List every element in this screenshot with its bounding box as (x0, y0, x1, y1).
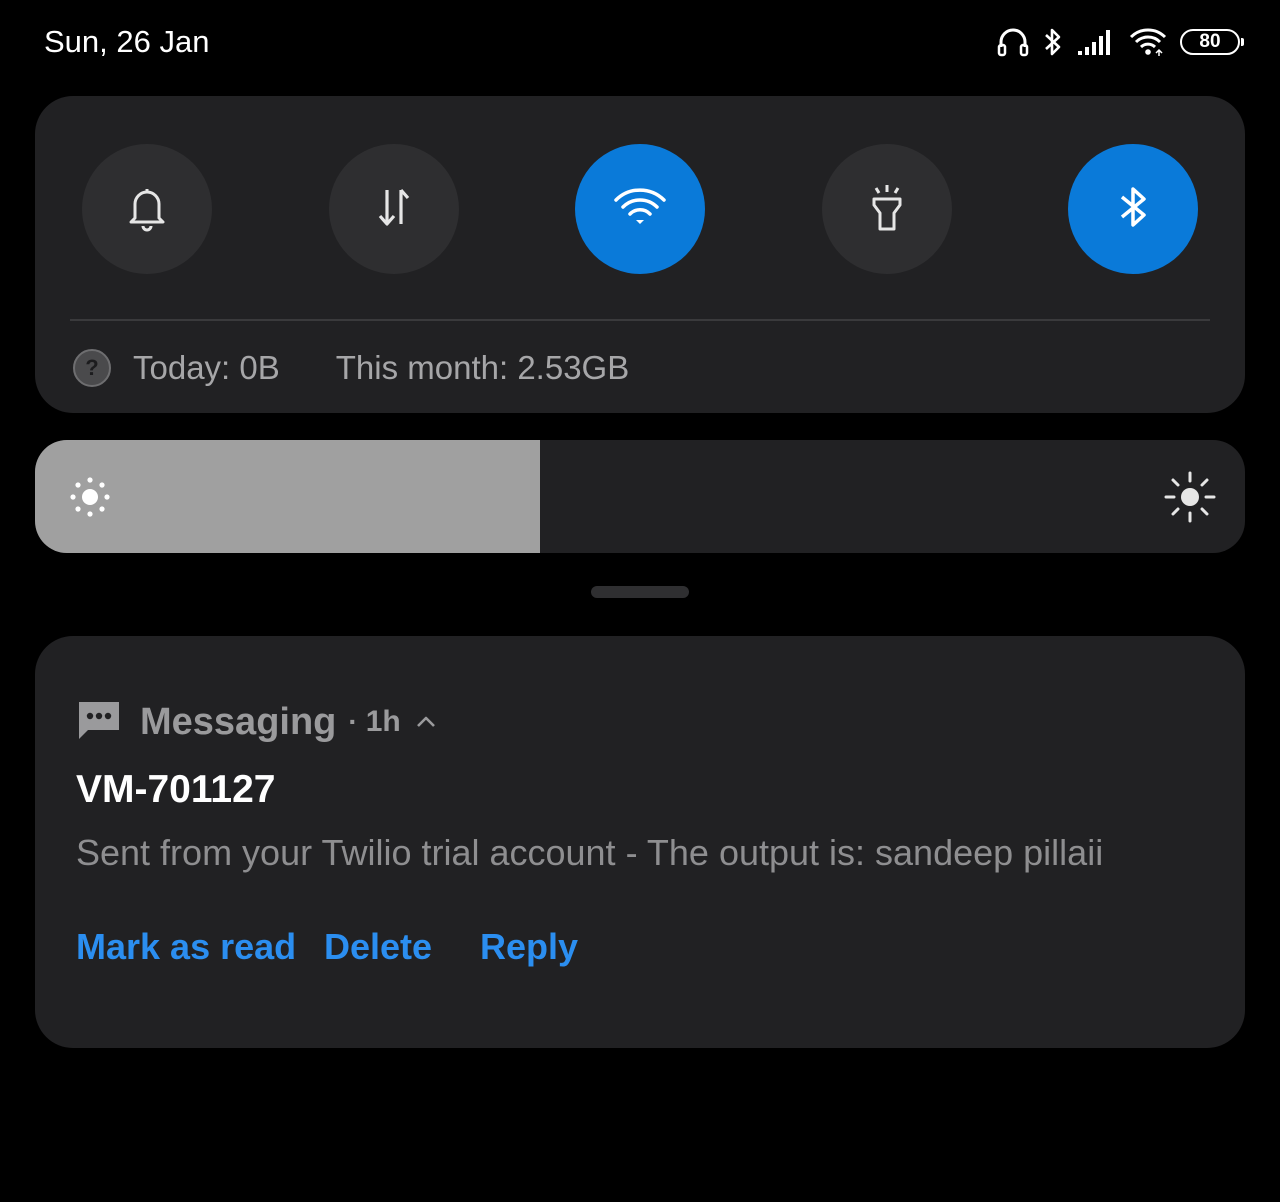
notification-app-name: Messaging (140, 700, 337, 743)
status-icons: 80 (996, 22, 1244, 62)
wifi-icon (612, 184, 668, 235)
notification-header: Messaging · 1h (76, 698, 437, 746)
headphones-icon (996, 25, 1030, 59)
wifi-status-icon (1128, 26, 1168, 58)
delete-button[interactable]: Delete (324, 926, 432, 968)
header-separator: · (348, 706, 358, 737)
toggle-flashlight[interactable] (822, 144, 952, 274)
notification-message: Sent from your Twilio trial account - Th… (76, 832, 1104, 873)
quick-settings-panel: ? Today: 0B This month: 2.53GB (35, 96, 1245, 413)
message-app-icon (76, 699, 122, 746)
mark-as-read-button[interactable]: Mark as read (76, 926, 296, 968)
panel-drag-handle[interactable] (591, 586, 689, 598)
data-usage-today: Today: 0B (133, 349, 280, 386)
notification-time: 1h (365, 705, 401, 738)
toggle-mobile-data[interactable] (329, 144, 459, 274)
brightness-low-icon (69, 476, 111, 523)
toggle-bluetooth[interactable] (1068, 144, 1198, 274)
quick-settings-divider (70, 319, 1210, 321)
data-arrows-icon (371, 182, 417, 237)
help-icon: ? (73, 349, 111, 387)
data-usage-month: This month: 2.53GB (335, 349, 630, 386)
brightness-high-icon (1163, 470, 1217, 529)
battery-icon: 80 (1180, 29, 1244, 55)
status-date: Sun, 26 Jan (44, 24, 210, 59)
chevron-up-icon[interactable] (415, 714, 437, 730)
bluetooth-status-icon (1042, 25, 1064, 59)
data-usage-row[interactable]: ? Today: 0B This month: 2.53GB (73, 344, 629, 392)
bluetooth-icon (1113, 182, 1153, 237)
reply-button[interactable]: Reply (480, 926, 578, 968)
notification-card[interactable]: Messaging · 1h VM-701127 Sent from your … (35, 636, 1245, 1048)
brightness-slider[interactable] (35, 440, 1245, 553)
flashlight-icon (864, 181, 910, 238)
toggle-wifi[interactable] (575, 144, 705, 274)
notification-sender: VM-701127 (76, 768, 276, 811)
bell-icon (124, 182, 170, 237)
signal-icon (1076, 27, 1116, 57)
toggle-silent[interactable] (82, 144, 212, 274)
